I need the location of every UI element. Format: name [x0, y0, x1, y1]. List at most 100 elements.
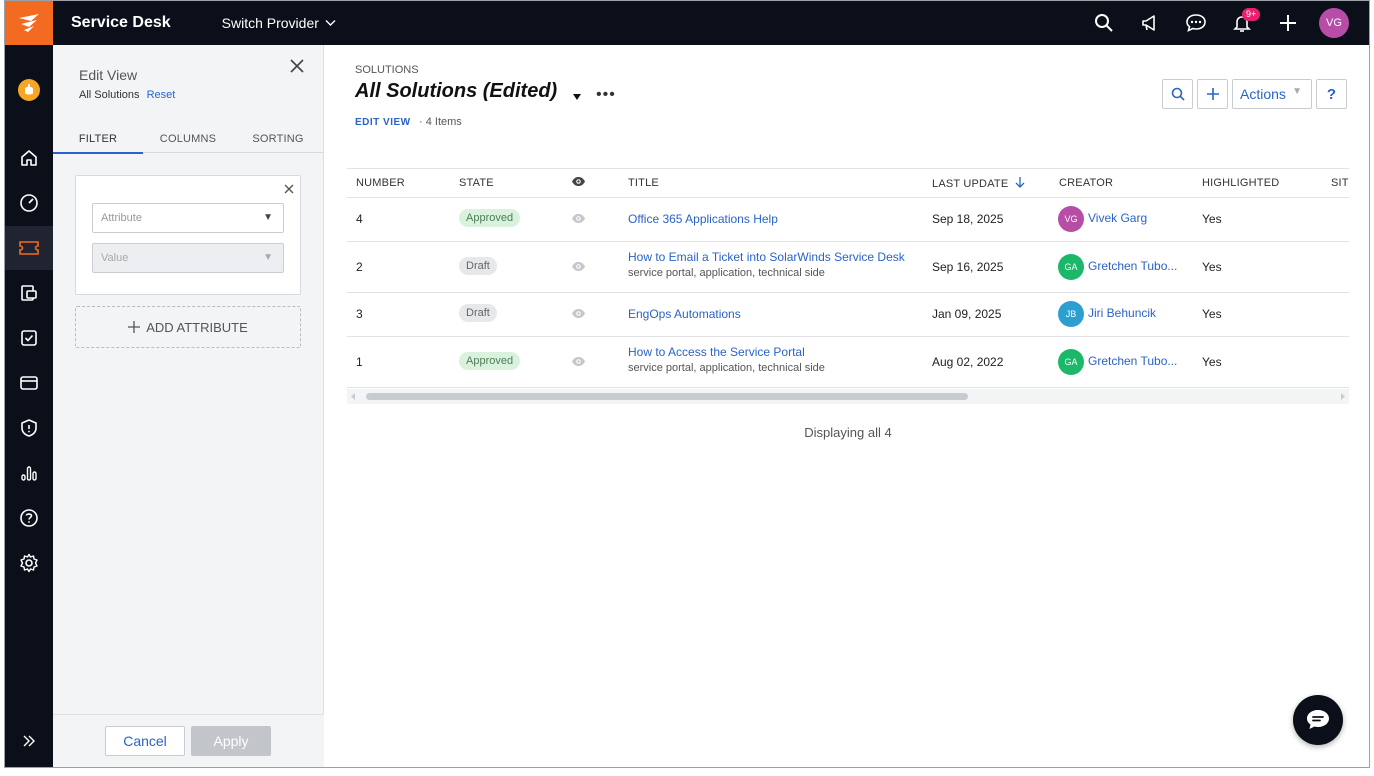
- scrollbar-thumb[interactable]: [366, 393, 968, 400]
- last-update: Aug 02, 2022: [932, 355, 1004, 369]
- horizontal-scrollbar[interactable]: [347, 389, 1349, 404]
- dashboard-gauge-icon[interactable]: [5, 181, 53, 225]
- edit-view-link[interactable]: EDIT VIEW: [355, 117, 411, 128]
- view-name: All Solutions: [79, 89, 140, 101]
- table-row[interactable]: 4 Approved Office 365 Applications Help …: [347, 198, 1349, 242]
- tickets-icon[interactable]: [5, 226, 53, 270]
- last-update: Jan 09, 2025: [932, 307, 1002, 321]
- eye-icon: [571, 176, 586, 190]
- eye-icon[interactable]: [571, 261, 586, 275]
- chat-support-button[interactable]: [1293, 695, 1343, 745]
- highlighted-value: Yes: [1202, 260, 1222, 274]
- panel-subtitle: All Solutions Reset: [79, 89, 175, 101]
- top-bar: Service Desk Switch Provider 9+ VG: [5, 1, 1369, 45]
- expand-nav-icon[interactable]: [5, 719, 53, 763]
- value-placeholder: Value: [101, 252, 129, 264]
- eye-icon[interactable]: [571, 356, 586, 370]
- close-icon[interactable]: [290, 59, 304, 78]
- highlighted-value: Yes: [1202, 355, 1222, 369]
- assets-icon[interactable]: [5, 271, 53, 315]
- row-number: 1: [356, 355, 363, 369]
- eye-icon[interactable]: [571, 308, 586, 322]
- creator-link[interactable]: Jiri Behuncik: [1088, 306, 1156, 320]
- column-header-site[interactable]: SITE: [1331, 177, 1349, 189]
- megaphone-icon[interactable]: [1127, 1, 1173, 45]
- solution-title-link[interactable]: How to Access the Service Portal: [628, 345, 825, 359]
- help-button[interactable]: ?: [1316, 79, 1347, 109]
- column-header-creator[interactable]: CREATOR: [1059, 177, 1113, 189]
- reset-link[interactable]: Reset: [147, 89, 176, 101]
- solution-title-link[interactable]: EngOps Automations: [628, 307, 741, 321]
- notifications-bell-icon[interactable]: 9+: [1219, 1, 1265, 45]
- last-update: Sep 16, 2025: [932, 260, 1004, 274]
- panel-footer: Cancel Apply: [53, 714, 324, 767]
- remove-filter-close-icon[interactable]: [284, 181, 294, 199]
- chat-icon[interactable]: [1173, 1, 1219, 45]
- solution-tags: service portal, application, technical s…: [628, 267, 825, 279]
- switch-provider-dropdown[interactable]: Switch Provider: [222, 15, 336, 31]
- tab-columns[interactable]: COLUMNS: [143, 133, 233, 153]
- creator-link[interactable]: Vivek Garg: [1088, 211, 1147, 225]
- solarwinds-logo[interactable]: [5, 1, 53, 45]
- cancel-button[interactable]: Cancel: [105, 726, 185, 756]
- filter-card: Attribute ▼ Value ▼: [75, 175, 301, 295]
- tab-sorting[interactable]: SORTING: [233, 133, 323, 153]
- creator-link[interactable]: Gretchen Tubo...: [1088, 354, 1177, 368]
- status-badge: Approved: [459, 209, 521, 227]
- column-header-state[interactable]: STATE: [459, 177, 494, 189]
- column-header-last-update[interactable]: LAST UPDATE: [932, 177, 1025, 190]
- settings-gear-icon[interactable]: [5, 541, 53, 585]
- breadcrumb[interactable]: SOLUTIONS: [355, 64, 419, 76]
- user-menu[interactable]: VG: [1311, 1, 1357, 45]
- scroll-right-arrow-icon[interactable]: [1340, 393, 1345, 400]
- status-badge: Approved: [459, 352, 521, 370]
- table-row[interactable]: 2 Draft How to Email a Ticket into Solar…: [347, 242, 1349, 293]
- title-cell: How to Email a Ticket into SolarWinds Se…: [628, 250, 905, 279]
- search-icon[interactable]: [1081, 1, 1127, 45]
- avatar: JB: [1058, 301, 1084, 327]
- column-header-title[interactable]: TITLE: [628, 177, 659, 189]
- eye-icon[interactable]: [571, 213, 586, 227]
- add-solution-button[interactable]: [1197, 79, 1228, 109]
- notifications-count-badge: 9+: [1242, 8, 1261, 21]
- items-count: · 4 Items: [419, 116, 462, 128]
- plus-icon[interactable]: [1265, 1, 1311, 45]
- home-icon[interactable]: [5, 136, 53, 180]
- creator-link[interactable]: Gretchen Tubo...: [1088, 259, 1177, 273]
- highlighted-value: Yes: [1202, 307, 1222, 321]
- table-row[interactable]: 1 Approved How to Access the Service Por…: [347, 337, 1349, 388]
- view-dropdown-caret-icon[interactable]: [572, 88, 582, 106]
- service-catalog-icon[interactable]: [5, 361, 53, 405]
- attribute-placeholder: Attribute: [101, 212, 142, 224]
- actions-dropdown[interactable]: Actions ▼: [1232, 79, 1312, 109]
- plus-icon: [1206, 88, 1219, 100]
- attribute-select[interactable]: Attribute ▼: [92, 203, 284, 233]
- search-icon: [1171, 87, 1185, 101]
- chat-bubble-icon: [1307, 710, 1329, 729]
- solution-title-link[interactable]: Office 365 Applications Help: [628, 212, 778, 226]
- panel-tabs: FILTER COLUMNS SORTING: [53, 133, 324, 154]
- creator: GA Gretchen Tubo...: [1058, 349, 1177, 375]
- avatar: GA: [1058, 349, 1084, 375]
- tab-filter[interactable]: FILTER: [53, 133, 143, 154]
- scroll-left-arrow-icon[interactable]: [351, 393, 356, 400]
- tasks-checkbox-icon[interactable]: [5, 316, 53, 360]
- row-number: 3: [356, 307, 363, 321]
- table-row[interactable]: 3 Draft EngOps Automations Jan 09, 2025 …: [347, 293, 1349, 337]
- analytics-bar-chart-icon[interactable]: [5, 451, 53, 495]
- walkme-icon[interactable]: [5, 68, 53, 112]
- shield-icon[interactable]: [5, 406, 53, 450]
- add-attribute-button[interactable]: ADD ATTRIBUTE: [75, 306, 301, 348]
- column-header-number[interactable]: NUMBER: [356, 177, 405, 189]
- more-options-icon[interactable]: •••: [596, 86, 616, 104]
- column-header-highlighted[interactable]: HIGHLIGHTED: [1202, 177, 1279, 189]
- page-title: All Solutions (Edited): [355, 80, 558, 102]
- actions-label: Actions: [1240, 86, 1286, 102]
- add-attribute-label: ADD ATTRIBUTE: [146, 319, 248, 335]
- help-circle-icon[interactable]: [5, 496, 53, 540]
- solution-title-link[interactable]: How to Email a Ticket into SolarWinds Se…: [628, 250, 905, 264]
- avatar: VG: [1058, 206, 1084, 232]
- search-button[interactable]: [1162, 79, 1193, 109]
- avatar: GA: [1058, 254, 1084, 280]
- solutions-table: NUMBER STATE TITLE LAST UPDATE CREATOR H…: [347, 168, 1349, 440]
